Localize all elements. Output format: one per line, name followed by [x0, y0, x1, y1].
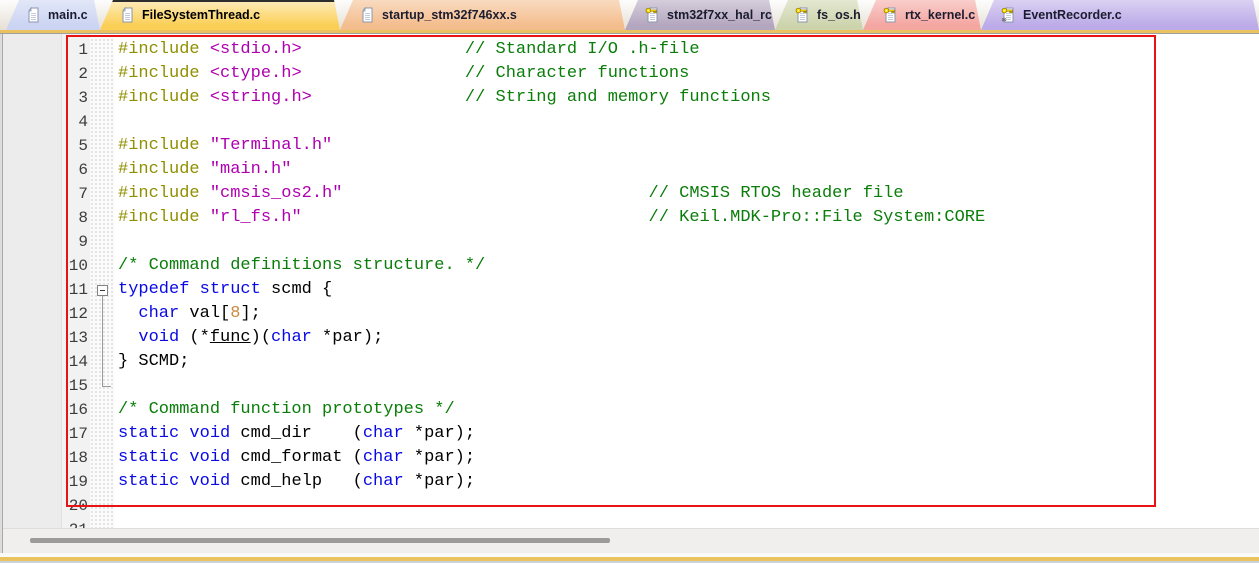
document-key-icon — [883, 7, 899, 23]
tab-FileSystemThread.c[interactable]: FileSystemThread.c — [100, 0, 340, 30]
code-line[interactable]: 2 #include <ctype.h> // Character functio… — [0, 62, 1259, 86]
editor-window-left-border — [0, 34, 3, 553]
tab-label: FileSystemThread.c — [142, 8, 260, 22]
code-line-text: } SCMD; — [118, 350, 189, 374]
fold-scope-line — [102, 296, 103, 386]
line-number[interactable]: 17 — [0, 422, 88, 446]
tab-main.c[interactable]: main.c — [6, 0, 100, 30]
active-tab-top-border — [100, 0, 340, 2]
horizontal-scrollbar[interactable] — [3, 528, 1259, 553]
code-line-text: /* Command function prototypes */ — [118, 398, 455, 422]
code-line[interactable]: 16 /* Command function prototypes */ — [0, 398, 1259, 422]
document-icon — [26, 7, 42, 23]
tab-label: EventRecorder.c — [1023, 8, 1122, 22]
code-line-text: #include "rl_fs.h" // Keil.MDK-Pro::File… — [118, 206, 985, 230]
line-number[interactable]: 12 — [0, 302, 88, 326]
code-line-text: static void cmd_dir (char *par); — [118, 422, 475, 446]
code-line-text: #include <string.h> // String and memory… — [118, 86, 771, 110]
line-number[interactable]: 4 — [0, 110, 88, 134]
fold-collapse-box[interactable] — [97, 285, 108, 296]
line-number[interactable]: 11 — [0, 278, 88, 302]
code-line[interactable]: 20 — [0, 494, 1259, 518]
code-line[interactable]: 19 static void cmd_help (char *par); — [0, 470, 1259, 494]
code-line[interactable]: 18 static void cmd_format (char *par); — [0, 446, 1259, 470]
code-line-text: typedef struct scmd { — [118, 278, 332, 302]
code-line[interactable]: 8 #include "rl_fs.h" // Keil.MDK-Pro::Fil… — [0, 206, 1259, 230]
code-line[interactable]: 17 static void cmd_dir (char *par); — [0, 422, 1259, 446]
code-line-text: static void cmd_help (char *par); — [118, 470, 475, 494]
fold-scope-end-tick — [102, 386, 111, 387]
code-line[interactable]: 15 — [0, 374, 1259, 398]
line-number[interactable]: 10 — [0, 254, 88, 278]
line-number[interactable]: 9 — [0, 230, 88, 254]
code-line[interactable]: 6 #include "main.h" — [0, 158, 1259, 182]
tab-label: stm32f7xx_hal_rcc.c — [667, 8, 789, 22]
tab-label: main.c — [48, 8, 88, 22]
code-line[interactable]: 4 — [0, 110, 1259, 134]
code-line-text: #include <ctype.h> // Character function… — [118, 62, 689, 86]
code-line[interactable]: 5 #include "Terminal.h" — [0, 134, 1259, 158]
keil-editor-window: main.c FileSystemThread.c startup_stm32f74… — [0, 0, 1259, 563]
code-line[interactable]: 3 #include <string.h> // String and memor… — [0, 86, 1259, 110]
code-line[interactable]: 1 #include <stdio.h> // Standard I/O .h-f… — [0, 38, 1259, 62]
line-number[interactable]: 13 — [0, 326, 88, 350]
line-number[interactable]: 16 — [0, 398, 88, 422]
code-line[interactable]: 10 /* Command definitions structure. */ — [0, 254, 1259, 278]
line-number[interactable]: 7 — [0, 182, 88, 206]
tab-rtx_kernel.c[interactable]: rtx_kernel.c — [863, 0, 981, 30]
document-key-icon — [795, 7, 811, 23]
tab-stm32f7xx_hal_rcc.c[interactable]: stm32f7xx_hal_rcc.c — [625, 0, 775, 30]
line-number[interactable]: 20 — [0, 494, 88, 518]
line-number[interactable]: 8 — [0, 206, 88, 230]
line-number[interactable]: 18 — [0, 446, 88, 470]
code-line[interactable]: 9 — [0, 230, 1259, 254]
code-line[interactable]: 11 typedef struct scmd { — [0, 278, 1259, 302]
code-line-text: void (*func)(char *par); — [118, 326, 383, 350]
code-line-text: #include "Terminal.h" — [118, 134, 332, 158]
code-editor-area[interactable]: 1 #include <stdio.h> // Standard I/O .h-f… — [0, 34, 1259, 528]
code-line[interactable]: 12 char val[8]; — [0, 302, 1259, 326]
tab-label: startup_stm32f746xx.s — [382, 8, 517, 22]
code-line-text: char val[8]; — [118, 302, 261, 326]
line-number[interactable]: 2 — [0, 62, 88, 86]
tab-startup_stm32f746xx.s[interactable]: startup_stm32f746xx.s — [340, 0, 625, 30]
tab-fs_os.h[interactable]: fs_os.h — [775, 0, 863, 30]
line-number[interactable]: 1 — [0, 38, 88, 62]
tab-label: fs_os.h — [817, 8, 861, 22]
line-number[interactable]: 14 — [0, 350, 88, 374]
line-number[interactable]: 3 — [0, 86, 88, 110]
document-tab-bar: main.c FileSystemThread.c startup_stm32f74… — [0, 0, 1259, 30]
code-line[interactable]: 14 } SCMD; — [0, 350, 1259, 374]
tab-EventRecorder.c[interactable]: EventRecorder.c — [981, 0, 1259, 30]
line-number[interactable]: 19 — [0, 470, 88, 494]
line-number[interactable]: 5 — [0, 134, 88, 158]
document-icon — [360, 7, 376, 23]
code-line-text: /* Command definitions structure. */ — [118, 254, 485, 278]
code-line-text: static void cmd_format (char *par); — [118, 446, 475, 470]
code-line-text: #include "cmsis_os2.h" // CMSIS RTOS hea… — [118, 182, 904, 206]
code-text-layer: 1 #include <stdio.h> // Standard I/O .h-f… — [0, 34, 1259, 528]
document-icon — [120, 7, 136, 23]
code-line-text: #include "main.h" — [118, 158, 291, 182]
code-line[interactable]: 7 #include "cmsis_os2.h" // CMSIS RTOS he… — [0, 182, 1259, 206]
code-line-text: #include <stdio.h> // Standard I/O .h-fi… — [118, 38, 700, 62]
line-number[interactable]: 15 — [0, 374, 88, 398]
document-key-asterisk-icon — [1001, 7, 1017, 23]
code-line[interactable]: 13 void (*func)(char *par); — [0, 326, 1259, 350]
tab-label: rtx_kernel.c — [905, 8, 975, 22]
line-number[interactable]: 6 — [0, 158, 88, 182]
document-key-icon — [645, 7, 661, 23]
horizontal-scrollbar-thumb[interactable] — [30, 538, 610, 543]
